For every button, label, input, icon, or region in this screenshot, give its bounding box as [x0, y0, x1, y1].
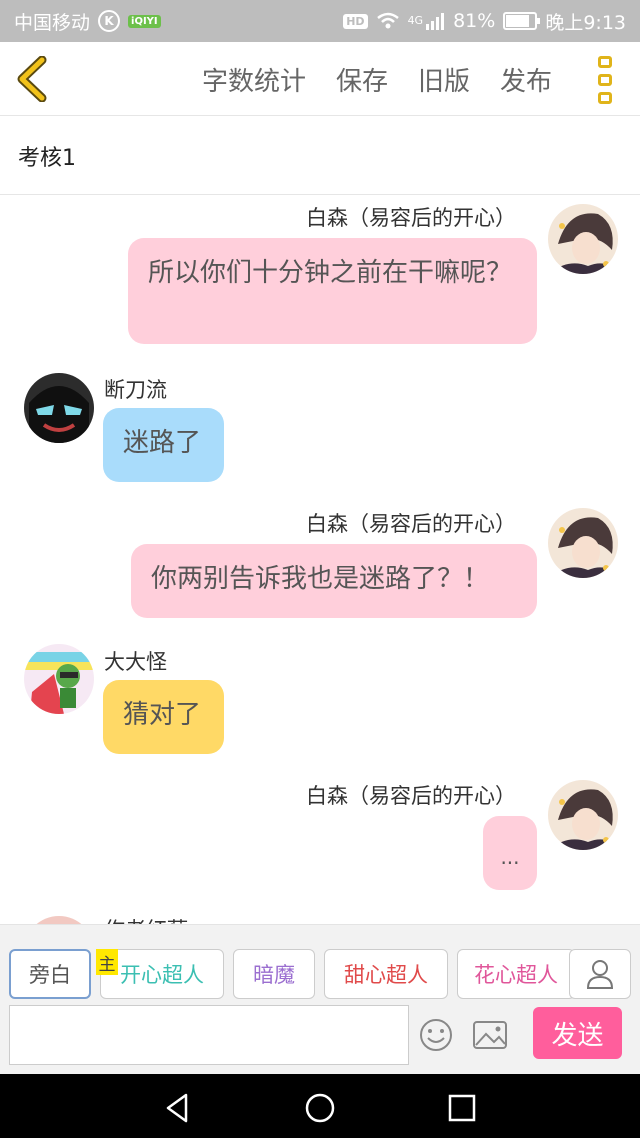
- role-label: 甜心超人: [344, 963, 428, 987]
- message-bubble[interactable]: ...: [483, 816, 537, 890]
- role-chip-happy-superman[interactable]: 开心超人: [100, 949, 224, 999]
- role-chip-flower-superman[interactable]: 花心超人: [457, 949, 575, 999]
- battery-percent: 81%: [453, 10, 496, 32]
- nav-recents-icon[interactable]: [444, 1090, 480, 1126]
- publish-button[interactable]: 发布: [500, 61, 552, 98]
- nav-back-icon[interactable]: [160, 1090, 196, 1126]
- avatar-baisen[interactable]: [548, 508, 618, 578]
- status-bar: 中国移动 K iQIYI HD 4G 81% 晚上9:13: [0, 0, 640, 42]
- signal-icon: [426, 13, 445, 30]
- owner-tag: 主: [96, 949, 118, 975]
- chat-area[interactable]: 白森（易容后的开心） 所以你们十分钟之前在干嘛呢？ 断刀流 迷路了 白森（易容后…: [0, 196, 640, 924]
- role-label: 旁白: [29, 963, 71, 987]
- k-badge-icon: K: [98, 10, 121, 32]
- message-bubble[interactable]: 所以你们十分钟之前在干嘛呢？: [128, 238, 537, 344]
- carrier-label: 中国移动: [14, 11, 91, 34]
- role-label: 暗魔: [253, 963, 295, 987]
- send-button[interactable]: 发送: [533, 1007, 622, 1059]
- word-count-button[interactable]: 字数统计: [202, 61, 306, 98]
- network-type: 4G: [407, 13, 424, 27]
- message-author: 白森（易容后的开心）: [306, 206, 516, 230]
- role-chip-narrator[interactable]: 旁白: [9, 949, 91, 999]
- message-bubble[interactable]: 猜对了: [103, 680, 224, 754]
- iqiyi-icon: iQIYI: [128, 14, 161, 28]
- message-input[interactable]: [9, 1005, 409, 1065]
- nav-home-icon[interactable]: [302, 1090, 338, 1126]
- avatar-author[interactable]: [24, 916, 94, 924]
- more-menu-icon[interactable]: [598, 56, 614, 104]
- avatar-dadaguai[interactable]: [24, 644, 94, 714]
- top-toolbar: 字数统计 保存 旧版 发布: [0, 42, 640, 116]
- message-author: 作者红藕: [104, 914, 188, 924]
- save-button[interactable]: 保存: [336, 61, 388, 98]
- message-bubble[interactable]: 迷路了: [103, 408, 224, 482]
- role-chip-anmo[interactable]: 暗魔: [233, 949, 315, 999]
- back-chevron-icon[interactable]: [14, 56, 54, 102]
- old-version-button[interactable]: 旧版: [418, 61, 470, 98]
- message-author: 断刀流: [104, 378, 167, 402]
- role-label: 花心超人: [474, 963, 558, 987]
- system-nav-bar: [0, 1074, 640, 1138]
- message-bubble[interactable]: 你两别告诉我也是迷路了？！: [131, 544, 537, 618]
- avatar-baisen[interactable]: [548, 780, 618, 850]
- hd-icon: HD: [343, 13, 368, 29]
- image-icon[interactable]: [472, 1017, 508, 1053]
- role-label: 开心超人: [120, 963, 204, 987]
- message-author: 白森（易容后的开心）: [306, 512, 516, 536]
- message-author: 白森（易容后的开心）: [306, 784, 516, 808]
- user-icon[interactable]: [569, 949, 631, 999]
- composer-panel: 旁白 开心超人 暗魔 甜心超人 花心超人 主 发送: [0, 924, 640, 1074]
- battery-icon: [503, 12, 541, 30]
- avatar-baisen[interactable]: [548, 204, 618, 274]
- clock: 晚上9:13: [545, 11, 626, 34]
- avatar-duandaoliu[interactable]: [24, 373, 94, 443]
- emoji-icon[interactable]: [418, 1017, 454, 1053]
- wifi-icon: [376, 12, 399, 29]
- chapter-title[interactable]: 考核1: [0, 117, 640, 195]
- message-author: 大大怪: [104, 650, 167, 674]
- role-chip-sweetheart-superman[interactable]: 甜心超人: [324, 949, 448, 999]
